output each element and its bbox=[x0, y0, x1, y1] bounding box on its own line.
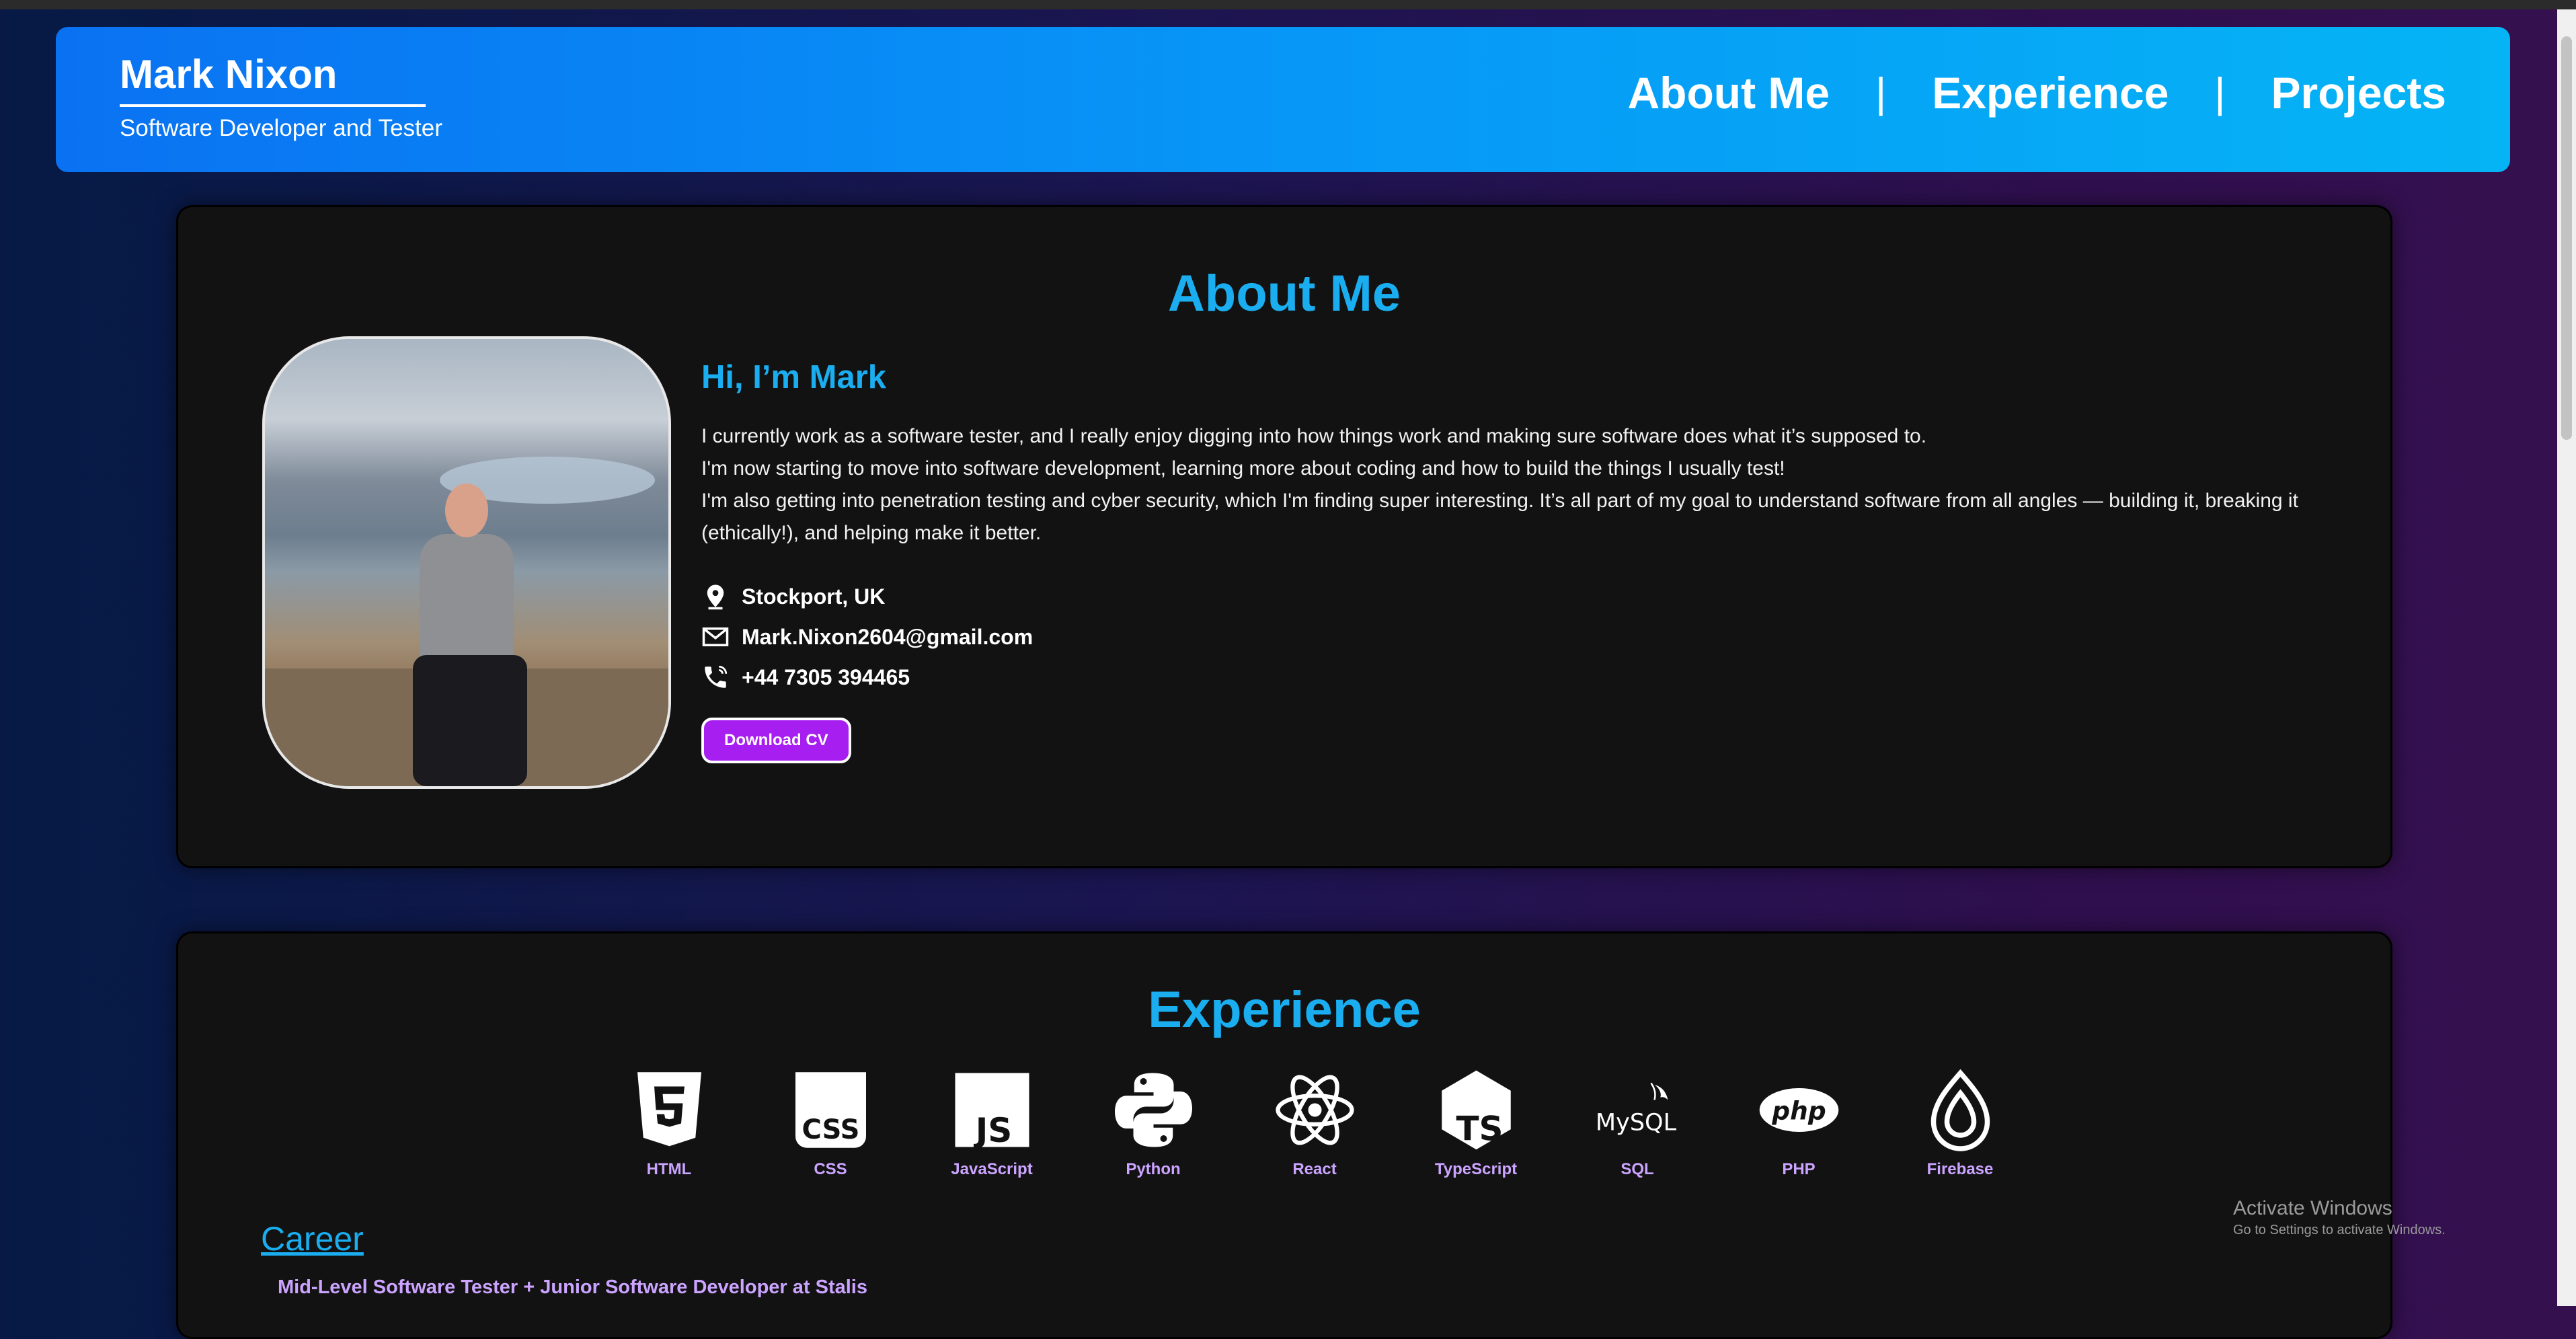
nav-about-me[interactable]: About Me bbox=[1627, 67, 1830, 118]
about-section: About Me Hi, I’m Mark I currently work a… bbox=[176, 205, 2392, 868]
skill-label: Firebase bbox=[1926, 1160, 1994, 1178]
skill-label: TypeScript bbox=[1434, 1160, 1518, 1178]
skill-typescript: TS TypeScript bbox=[1395, 1068, 1557, 1179]
location-text: Stockport, UK bbox=[742, 584, 886, 609]
svg-text:php: php bbox=[1771, 1096, 1826, 1125]
svg-text:JS: JS bbox=[973, 1111, 1012, 1150]
about-paragraph: I'm now starting to move into software d… bbox=[701, 457, 1785, 480]
skills-row: HTML CSS CSS JS JavaScript Python React … bbox=[588, 1068, 2041, 1179]
skill-css: CSS CSS bbox=[750, 1068, 911, 1179]
scrollbar-thumb[interactable] bbox=[2561, 36, 2572, 440]
contact-list: Stockport, UK Mark.Nixon2604@gmail.com +… bbox=[701, 576, 2302, 697]
nav-separator: | bbox=[1875, 69, 1887, 116]
skill-label: PHP bbox=[1782, 1160, 1816, 1178]
site-header: Mark Nixon Software Developer and Tester… bbox=[56, 27, 2510, 172]
skill-label: HTML bbox=[646, 1160, 692, 1178]
react-icon bbox=[1275, 1075, 1354, 1145]
location-pin-icon bbox=[707, 584, 724, 610]
about-paragraph: I currently work as a software tester, a… bbox=[701, 425, 1927, 447]
contact-email: Mark.Nixon2604@gmail.com bbox=[701, 617, 2302, 657]
greeting: Hi, I’m Mark bbox=[701, 359, 887, 395]
about-title: About Me bbox=[1167, 265, 1401, 322]
nav-separator: | bbox=[2214, 69, 2226, 116]
php-icon: php bbox=[1759, 1088, 1838, 1132]
skill-sql: MySQL SQL bbox=[1557, 1068, 1718, 1179]
contact-location: Stockport, UK bbox=[701, 576, 2302, 617]
phone-icon bbox=[705, 665, 728, 688]
page-scrollbar[interactable] bbox=[2557, 9, 2576, 1306]
nav-experience[interactable]: Experience bbox=[1932, 67, 2169, 118]
site-tagline: Software Developer and Tester bbox=[120, 115, 442, 141]
skill-javascript: JS JavaScript bbox=[911, 1068, 1072, 1179]
skill-label: React bbox=[1292, 1160, 1337, 1178]
activate-subtitle: Go to Settings to activate Windows. bbox=[2233, 1223, 2446, 1237]
envelope-icon bbox=[702, 627, 729, 646]
site-name: Mark Nixon bbox=[120, 51, 426, 107]
career-role: Mid-Level Software Tester + Junior Softw… bbox=[278, 1276, 867, 1298]
browser-top-strip bbox=[0, 0, 2576, 9]
about-intro: Hi, I’m Mark I currently work as a softw… bbox=[701, 358, 2302, 763]
experience-title: Experience bbox=[1148, 981, 1421, 1038]
typescript-icon: TS bbox=[1441, 1070, 1511, 1150]
about-paragraph: I'm also getting into penetration testin… bbox=[701, 490, 2298, 544]
profile-photo bbox=[262, 336, 671, 789]
skill-html: HTML bbox=[588, 1068, 750, 1179]
skill-react: React bbox=[1234, 1068, 1395, 1179]
email-text[interactable]: Mark.Nixon2604@gmail.com bbox=[742, 625, 1033, 650]
skill-python: Python bbox=[1072, 1068, 1234, 1179]
activate-windows-watermark: Activate Windows Go to Settings to activ… bbox=[2233, 1197, 2446, 1238]
svg-text:MySQL: MySQL bbox=[1596, 1110, 1677, 1137]
skill-label: SQL bbox=[1621, 1160, 1654, 1178]
css-icon: CSS bbox=[795, 1072, 866, 1148]
html5-icon bbox=[637, 1072, 701, 1147]
mysql-icon: MySQL bbox=[1596, 1082, 1677, 1137]
activate-title: Activate Windows bbox=[2233, 1197, 2392, 1219]
brand: Mark Nixon Software Developer and Tester bbox=[120, 51, 442, 142]
firebase-icon bbox=[1930, 1069, 1990, 1151]
svg-text:TS: TS bbox=[1456, 1110, 1503, 1149]
contact-phone: +44 7305 394465 bbox=[701, 657, 2302, 697]
experience-section: Experience HTML CSS CSS JS JavaScript Py… bbox=[176, 931, 2392, 1339]
skill-php: php PHP bbox=[1718, 1068, 1879, 1179]
skill-label: Python bbox=[1126, 1160, 1181, 1178]
download-cv-button[interactable]: Download CV bbox=[701, 718, 851, 763]
skill-label: CSS bbox=[814, 1160, 847, 1178]
career-heading[interactable]: Career bbox=[261, 1219, 364, 1258]
python-icon bbox=[1114, 1073, 1192, 1147]
nav-projects[interactable]: Projects bbox=[2271, 67, 2446, 118]
javascript-icon: JS bbox=[955, 1073, 1029, 1150]
skill-firebase: Firebase bbox=[1879, 1068, 2041, 1179]
svg-text:CSS: CSS bbox=[802, 1114, 859, 1145]
phone-text[interactable]: +44 7305 394465 bbox=[742, 665, 910, 690]
main-nav: About Me | Experience | Projects bbox=[1627, 67, 2446, 118]
skill-label: JavaScript bbox=[951, 1160, 1033, 1178]
